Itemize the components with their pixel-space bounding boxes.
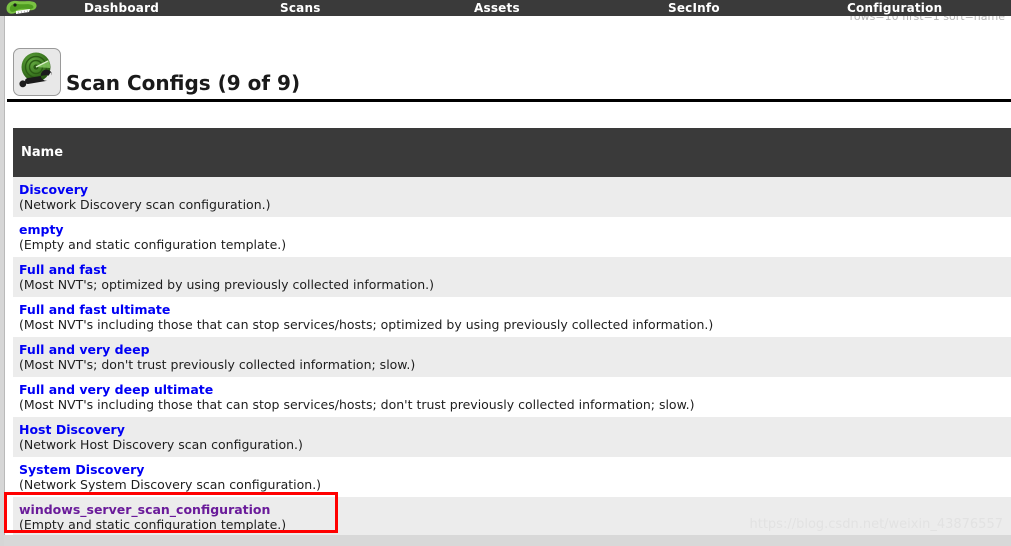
query-param-hint: rows=10 first=1 sort=name [850,14,1005,30]
scan-configs-table: Name Discovery (Network Discovery scan co… [13,128,1011,537]
bottom-strip [4,535,1011,546]
cell-name: Host Discovery (Network Host Discovery sc… [13,417,1011,457]
scan-config-link[interactable]: Full and fast [19,262,1011,277]
scan-config-description: (Most NVT's; don't trust previously coll… [19,357,416,372]
table-body: Discovery (Network Discovery scan configu… [13,177,1011,537]
nav-item-secinfo[interactable]: SecInfo [668,0,720,16]
nav-item-scans[interactable]: Scans [280,0,321,16]
scan-config-link[interactable]: Full and fast ultimate [19,302,1011,317]
table-row: Full and fast ultimate (Most NVT's includ… [13,297,1011,337]
scan-config-description: (Most NVT's including those that can sto… [19,397,695,412]
scan-config-link[interactable]: Full and very deep ultimate [19,382,1011,397]
scan-config-description: (Network System Discovery scan configura… [19,477,322,492]
cell-name: Full and fast (Most NVT's; optimized by u… [13,257,1011,297]
table-row: Full and very deep (Most NVT's; don't tru… [13,337,1011,377]
table-row: System Discovery (Network System Discover… [13,457,1011,497]
table-row: empty (Empty and static configuration tem… [13,217,1011,257]
cell-name: empty (Empty and static configuration tem… [13,217,1011,257]
scan-config-link[interactable]: windows_server_scan_configuration [19,502,1011,517]
section-header: Scan Configs (9 of 9) [13,48,998,100]
nav-item-configuration[interactable]: Configuration [847,0,942,16]
cell-name: Full and fast ultimate (Most NVT's includ… [13,297,1011,337]
page-title: Scan Configs (9 of 9) [66,71,301,95]
scan-config-description: (Most NVT's; optimized by using previous… [19,277,434,292]
table-row: Discovery (Network Discovery scan configu… [13,177,1011,217]
scan-config-link[interactable]: Full and very deep [19,342,1011,357]
scan-config-description: (Network Host Discovery scan configurati… [19,437,303,452]
cell-name: Full and very deep ultimate (Most NVT's i… [13,377,1011,417]
table-row: Full and fast (Most NVT's; optimized by u… [13,257,1011,297]
table-header-row: Name [13,128,1011,177]
header-divider-rule [7,99,1011,102]
column-header-name[interactable]: Name [13,128,1011,177]
nav-item-dashboard[interactable]: Dashboard [84,0,159,16]
scan-config-description: (Most NVT's including those that can sto… [19,317,714,332]
cell-name: Full and very deep (Most NVT's; don't tru… [13,337,1011,377]
scan-config-link[interactable]: Discovery [19,182,1011,197]
page-left-gutter [0,16,5,546]
scan-config-link[interactable]: empty [19,222,1011,237]
cell-name: System Discovery (Network System Discover… [13,457,1011,497]
scan-config-link[interactable]: Host Discovery [19,422,1011,437]
scan-config-description: (Empty and static configuration template… [19,237,287,252]
nav-item-assets[interactable]: Assets [474,0,520,16]
table-head: Name [13,128,1011,177]
watermark-text: https://blog.csdn.net/weixin_43876557 [749,517,1003,532]
table-row: Full and very deep ultimate (Most NVT's i… [13,377,1011,417]
table-row: Host Discovery (Network Host Discovery sc… [13,417,1011,457]
greenbone-dragon-logo-icon[interactable] [4,0,40,16]
cell-name: Discovery (Network Discovery scan configu… [13,177,1011,217]
scan-config-radar-wrench-icon[interactable] [13,48,61,96]
scan-config-description: (Network Discovery scan configuration.) [19,197,271,212]
page-root: Dashboard Scans Assets SecInfo Configura… [0,0,1011,546]
scan-config-link[interactable]: System Discovery [19,462,1011,477]
top-navigation-bar: Dashboard Scans Assets SecInfo Configura… [0,0,1011,16]
